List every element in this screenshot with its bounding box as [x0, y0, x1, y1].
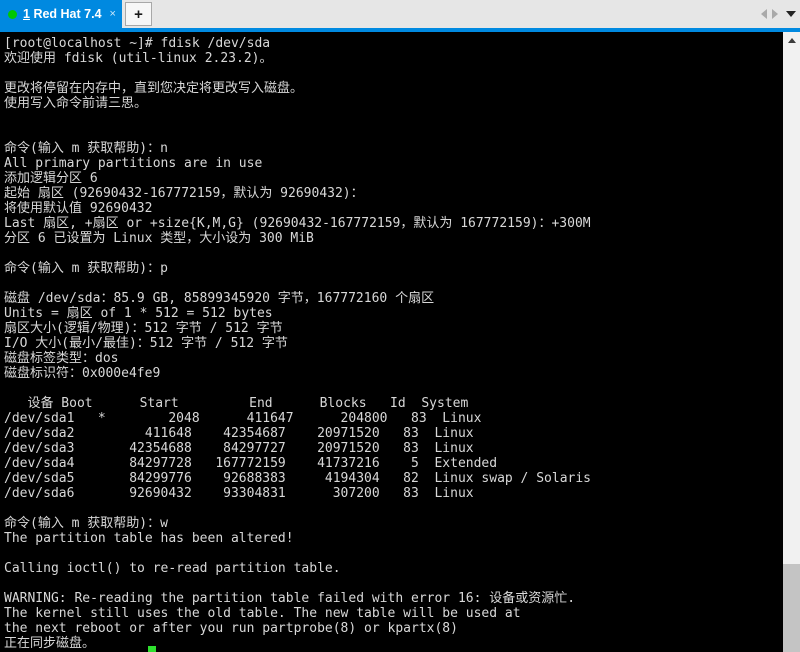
terminal-line: /dev/sda5 84299776 92688383 4194304 82 L… — [4, 471, 591, 486]
terminal-line: I/O 大小(最小/最佳)：512 字节 / 512 字节 — [4, 336, 288, 351]
terminal-line: /dev/sda3 42354688 84297727 20971520 83 … — [4, 441, 474, 456]
terminal-line: Last 扇区, +扇区 or +size{K,M,G} (92690432-1… — [4, 216, 591, 231]
scrollbar-thumb[interactable] — [783, 564, 800, 652]
terminal-line: 命令(输入 m 获取帮助)：n — [4, 141, 168, 156]
work-area: [root@localhost ~]# fdisk /dev/sda 欢迎使用 f… — [0, 32, 800, 652]
terminal-line: 扇区大小(逻辑/物理)：512 字节 / 512 字节 — [4, 321, 283, 336]
terminal-line: /dev/sda4 84297728 167772159 41737216 5 … — [4, 456, 498, 471]
terminal-line: 添加逻辑分区 6 — [4, 171, 98, 186]
terminal-line: /dev/sda6 92690432 93304831 307200 83 Li… — [4, 486, 474, 501]
tab-bar: 1 Red Hat 7.4 × + — [0, 0, 800, 28]
terminal-line: 使用写入命令前请三思。 — [4, 96, 148, 111]
terminal-line: 将使用默认值 92690432 — [4, 201, 153, 216]
tab-title-text: Red Hat 7.4 — [33, 7, 102, 21]
tab-bar-controls — [761, 0, 800, 28]
chevron-down-icon[interactable] — [786, 11, 796, 17]
connection-status-dot-icon — [8, 9, 17, 19]
tab-label: 1 Red Hat 7.4 — [23, 7, 102, 21]
terminal-line: 欢迎使用 fdisk (util-linux 2.23.2)。 — [4, 51, 273, 66]
terminal-window: 1 Red Hat 7.4 × + [root@localhost ~]# fd… — [0, 0, 800, 652]
triangle-right-icon[interactable] — [772, 9, 778, 19]
terminal-line: /dev/sda1 * 2048 411647 204800 83 Linux — [4, 411, 482, 426]
terminal-line: [root@localhost ~]# fdisk /dev/sda — [4, 36, 271, 51]
terminal-line: Units = 扇区 of 1 * 512 = 512 bytes — [4, 306, 273, 321]
scroll-up-arrow-icon[interactable] — [783, 33, 800, 47]
terminal-line: the next reboot or after you run partpro… — [4, 621, 458, 636]
tab-index: 1 — [23, 7, 30, 21]
terminal-line: 更改将停留在内存中，直到您决定将更改写入磁盘。 — [4, 81, 304, 96]
terminal-line: The kernel still uses the old table. The… — [4, 606, 521, 621]
terminal-line: 起始 扇区 (92690432-167772159，默认为 92690432)： — [4, 186, 364, 201]
new-tab-button[interactable]: + — [124, 2, 152, 26]
terminal-line: 命令(输入 m 获取帮助)：p — [4, 261, 168, 276]
terminal-cursor — [148, 646, 156, 652]
terminal-line: 磁盘 /dev/sda：85.9 GB, 85899345920 字节，1677… — [4, 291, 435, 306]
terminal-line: 分区 6 已设置为 Linux 类型，大小设为 300 MiB — [4, 231, 314, 246]
terminal-line: Calling ioctl() to re-read partition tab… — [4, 561, 341, 576]
terminal-line: All primary partitions are in use — [4, 156, 263, 171]
vertical-scrollbar[interactable] — [782, 32, 800, 652]
terminal-line: 磁盘标识符：0x000e4fe9 — [4, 366, 161, 381]
terminal-line: WARNING: Re-reading the partition table … — [4, 591, 576, 606]
terminal-output[interactable]: [root@localhost ~]# fdisk /dev/sda 欢迎使用 f… — [0, 32, 782, 652]
terminal-line: 命令(输入 m 获取帮助)：w — [4, 516, 168, 531]
tab-red-hat-7-4[interactable]: 1 Red Hat 7.4 × — [0, 0, 122, 28]
terminal-line: 设备 Boot Start End Blocks Id System — [4, 396, 469, 411]
terminal-line: The partition table has been altered! — [4, 531, 294, 546]
close-icon[interactable]: × — [110, 8, 116, 20]
terminal-line: 正在同步磁盘。 — [4, 636, 96, 651]
tab-bar-spacer — [152, 0, 761, 28]
triangle-left-icon[interactable] — [761, 9, 767, 19]
terminal-line: /dev/sda2 411648 42354687 20971520 83 Li… — [4, 426, 474, 441]
terminal-line: 磁盘标签类型：dos — [4, 351, 119, 366]
